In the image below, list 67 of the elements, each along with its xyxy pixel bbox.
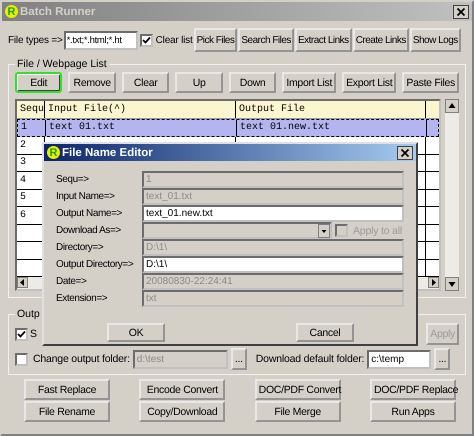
column-header[interactable]: Sequ [17, 101, 45, 118]
label: File types => [8, 34, 63, 46]
list-button[interactable]: Import List [282, 72, 336, 93]
vertical-scrollbar[interactable] [445, 99, 459, 291]
dropdown-field[interactable] [142, 222, 332, 239]
field-label: Download As=> [56, 224, 122, 238]
field-label: Date=> [56, 275, 88, 289]
list-button[interactable]: Remove [68, 72, 116, 93]
dialog-button[interactable]: OK [107, 323, 165, 342]
field-label: Output Name=> [56, 207, 123, 221]
browse-button[interactable]: ... [230, 348, 247, 370]
input-field[interactable]: D:\1\ [142, 256, 404, 273]
list-button[interactable]: Edit [15, 72, 62, 93]
action-button[interactable]: Encode Convert [139, 379, 226, 400]
app-logo: R [47, 146, 60, 159]
close-icon[interactable] [453, 4, 469, 18]
dialog-title: File Name Editor [62, 146, 154, 158]
checkbox[interactable] [15, 352, 28, 366]
field-label: Input Name=> [56, 190, 116, 204]
list-button[interactable]: Up [175, 72, 223, 93]
list-button[interactable]: Paste Files [402, 72, 460, 93]
app-logo: R [5, 5, 18, 18]
table-cell: text 01.txt [46, 120, 237, 136]
scroll-up-icon[interactable] [445, 99, 459, 113]
scroll-left-icon[interactable] [17, 277, 28, 288]
toolbar-button[interactable]: Show Logs [410, 28, 461, 52]
label: Apply to all [353, 224, 402, 236]
close-icon[interactable] [397, 146, 413, 160]
label: Download default folder: [256, 353, 364, 365]
table-cell: 1 [18, 120, 46, 136]
browse-button[interactable]: ... [434, 348, 450, 370]
toolbar-button[interactable]: Pick Files [194, 28, 238, 52]
column-header[interactable]: Input File(^) [45, 101, 236, 118]
dialog-button[interactable]: Cancel [296, 323, 354, 342]
action-button[interactable]: Copy/Download [139, 401, 226, 422]
group-title: Outp [16, 308, 41, 320]
toolbar-button[interactable]: Search Files [238, 28, 294, 52]
checkbox[interactable] [15, 328, 28, 340]
action-button[interactable]: Fast Replace [24, 379, 110, 400]
label: Change output folder: [33, 353, 130, 365]
action-button[interactable]: File Merge [254, 401, 341, 422]
file-types-field[interactable]: *.txt;*.html;*.ht [64, 30, 138, 50]
column-header[interactable]: Output File [236, 101, 426, 118]
list-button[interactable]: Export List [342, 72, 396, 93]
field-label: Directory=> [56, 241, 104, 255]
window-title: Batch Runner [20, 6, 96, 18]
action-button[interactable]: DOC/PDF Convert [254, 379, 341, 400]
scroll-down-icon[interactable] [445, 277, 459, 291]
action-button[interactable]: File Rename [24, 401, 110, 422]
toolbar-button[interactable]: Extract Links [294, 28, 352, 52]
checkbox[interactable] [140, 34, 153, 46]
field-label: Sequ=> [56, 173, 90, 187]
input-field[interactable]: text_01.new.txt [142, 205, 404, 222]
table-cell: text 01.new.txt [237, 120, 427, 136]
list-button[interactable]: Down [228, 72, 276, 93]
field-label: Extension=> [56, 292, 108, 306]
action-button[interactable]: DOC/PDF Replace [370, 379, 456, 400]
scroll-right-icon[interactable] [428, 277, 439, 288]
action-button[interactable]: Run Apps [370, 401, 456, 422]
group-title: File / Webpage List [16, 58, 108, 70]
field-label: Output Directory=> [56, 258, 134, 272]
label: S [30, 328, 37, 340]
toolbar-button[interactable]: Create Links [352, 28, 409, 52]
folder-field[interactable]: c:\temp [367, 350, 432, 368]
list-button[interactable]: Clear [122, 72, 170, 93]
table-row[interactable]: 1 text 01.txt text 01.new.txt [17, 118, 439, 138]
label: Clear list [156, 34, 193, 46]
